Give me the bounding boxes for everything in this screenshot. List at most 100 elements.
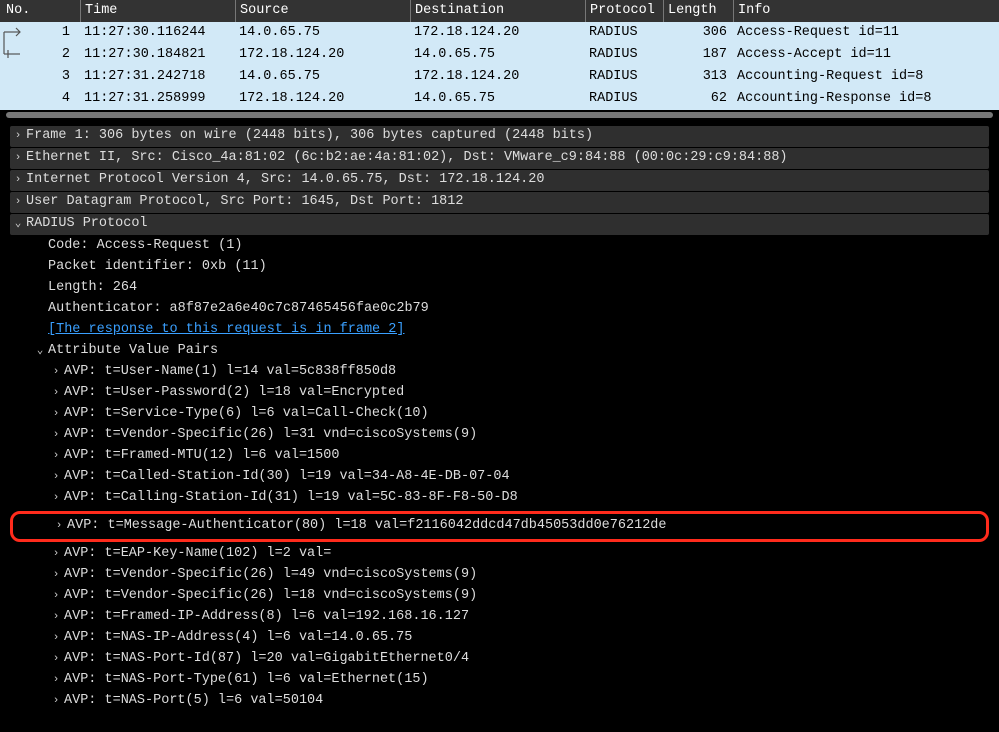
tree-radius[interactable]: ⌄ RADIUS Protocol: [10, 214, 989, 235]
cell-dst: 14.0.65.75: [410, 46, 585, 65]
chevron-right-icon[interactable]: ›: [48, 631, 64, 646]
response-frame-link[interactable]: [The response to this request is in fram…: [48, 321, 404, 340]
chevron-right-icon[interactable]: ›: [48, 652, 64, 667]
chevron-right-icon[interactable]: ›: [48, 428, 64, 443]
chevron-right-icon[interactable]: ›: [48, 449, 64, 464]
avp-row[interactable]: ›AVP: t=Framed-IP-Address(8) l=6 val=192…: [10, 607, 989, 628]
avp-label: AVP: t=EAP-Key-Name(102) l=2 val=: [64, 545, 331, 564]
cell-info: Access-Request id=11: [733, 24, 999, 43]
packet-row[interactable]: 211:27:30.184821172.18.124.2014.0.65.75R…: [0, 44, 999, 66]
tree-label: Packet identifier: 0xb (11): [48, 258, 267, 277]
tree-udp[interactable]: › User Datagram Protocol, Src Port: 1645…: [10, 192, 989, 213]
avp-row[interactable]: ›AVP: t=NAS-IP-Address(4) l=6 val=14.0.6…: [10, 628, 989, 649]
tree-label: Attribute Value Pairs: [48, 342, 218, 361]
chevron-right-icon[interactable]: ›: [48, 491, 64, 506]
cell-time: 11:27:31.242718: [80, 68, 235, 87]
avp-row[interactable]: ›AVP: t=Vendor-Specific(26) l=31 vnd=cis…: [10, 425, 989, 446]
avp-row[interactable]: ›AVP: t=Vendor-Specific(26) l=18 vnd=cis…: [10, 586, 989, 607]
chevron-right-icon[interactable]: ›: [48, 547, 64, 562]
cell-info: Accounting-Request id=8: [733, 68, 999, 87]
col-destination[interactable]: Destination: [410, 0, 585, 22]
chevron-right-icon[interactable]: ›: [10, 173, 26, 188]
cell-dst: 172.18.124.20: [410, 24, 585, 43]
col-info[interactable]: Info: [733, 0, 999, 22]
highlighted-avp: ›AVP: t=Message-Authenticator(80) l=18 v…: [10, 511, 989, 542]
avp-row[interactable]: ›AVP: t=User-Password(2) l=18 val=Encryp…: [10, 383, 989, 404]
chevron-right-icon[interactable]: ›: [48, 407, 64, 422]
tree-ethernet[interactable]: › Ethernet II, Src: Cisco_4a:81:02 (6c:b…: [10, 148, 989, 169]
avp-row[interactable]: ›AVP: t=User-Name(1) l=14 val=5c838ff850…: [10, 362, 989, 383]
cell-proto: RADIUS: [585, 90, 663, 109]
packet-list[interactable]: No. Time Source Destination Protocol Len…: [0, 0, 999, 110]
chevron-right-icon[interactable]: ›: [48, 365, 64, 380]
avp-row[interactable]: ›AVP: t=Message-Authenticator(80) l=18 v…: [13, 516, 986, 537]
tree-ip[interactable]: › Internet Protocol Version 4, Src: 14.0…: [10, 170, 989, 191]
tree-label: Ethernet II, Src: Cisco_4a:81:02 (6c:b2:…: [26, 149, 788, 168]
chevron-right-icon[interactable]: ›: [51, 519, 67, 534]
chevron-down-icon[interactable]: ⌄: [32, 344, 48, 359]
avp-row[interactable]: ›AVP: t=Calling-Station-Id(31) l=19 val=…: [10, 488, 989, 509]
col-source[interactable]: Source: [235, 0, 410, 22]
chevron-right-icon[interactable]: ›: [48, 568, 64, 583]
tree-label: Length: 264: [48, 279, 137, 298]
avp-label: AVP: t=User-Password(2) l=18 val=Encrypt…: [64, 384, 404, 403]
packet-row[interactable]: 411:27:31.258999172.18.124.2014.0.65.75R…: [0, 88, 999, 110]
radius-length[interactable]: Length: 264: [10, 278, 989, 299]
col-time[interactable]: Time: [80, 0, 235, 22]
tree-label: User Datagram Protocol, Src Port: 1645, …: [26, 193, 463, 212]
avp-row[interactable]: ›AVP: t=Framed-MTU(12) l=6 val=1500: [10, 446, 989, 467]
avp-row[interactable]: ›AVP: t=EAP-Key-Name(102) l=2 val=: [10, 544, 989, 565]
col-length[interactable]: Length: [663, 0, 733, 22]
tree-label: Authenticator: a8f87e2a6e40c7c87465456fa…: [48, 300, 429, 319]
avp-label: AVP: t=NAS-Port-Type(61) l=6 val=Etherne…: [64, 671, 429, 690]
cell-proto: RADIUS: [585, 68, 663, 87]
packet-list-header: No. Time Source Destination Protocol Len…: [0, 0, 999, 22]
cell-src: 172.18.124.20: [235, 90, 410, 109]
avp-row[interactable]: ›AVP: t=NAS-Port(5) l=6 val=50104: [10, 691, 989, 712]
chevron-right-icon[interactable]: ›: [48, 589, 64, 604]
col-no[interactable]: No.: [0, 0, 80, 22]
chevron-right-icon[interactable]: ›: [10, 195, 26, 210]
packet-details[interactable]: › Frame 1: 306 bytes on wire (2448 bits)…: [0, 120, 999, 722]
cell-src: 14.0.65.75: [235, 24, 410, 43]
cell-len: 187: [663, 46, 733, 65]
chevron-right-icon[interactable]: ›: [48, 470, 64, 485]
chevron-right-icon[interactable]: ›: [10, 151, 26, 166]
radius-response-link[interactable]: [The response to this request is in fram…: [10, 320, 989, 341]
avp-row[interactable]: ›AVP: t=Service-Type(6) l=6 val=Call-Che…: [10, 404, 989, 425]
avp-label: AVP: t=Called-Station-Id(30) l=19 val=34…: [64, 468, 510, 487]
avp-label: AVP: t=Framed-IP-Address(8) l=6 val=192.…: [64, 608, 469, 627]
chevron-right-icon[interactable]: ›: [48, 694, 64, 709]
avp-label: AVP: t=Vendor-Specific(26) l=18 vnd=cisc…: [64, 587, 477, 606]
scrollbar-handle[interactable]: [6, 112, 993, 118]
cell-info: Access-Accept id=11: [733, 46, 999, 65]
tree-frame[interactable]: › Frame 1: 306 bytes on wire (2448 bits)…: [10, 126, 989, 147]
cell-time: 11:27:30.116244: [80, 24, 235, 43]
radius-avp-header[interactable]: ⌄ Attribute Value Pairs: [10, 341, 989, 362]
avp-row[interactable]: ›AVP: t=Vendor-Specific(26) l=49 vnd=cis…: [10, 565, 989, 586]
chevron-right-icon[interactable]: ›: [48, 386, 64, 401]
cell-dst: 172.18.124.20: [410, 68, 585, 87]
cell-time: 11:27:30.184821: [80, 46, 235, 65]
chevron-down-icon[interactable]: ⌄: [10, 217, 26, 232]
cell-proto: RADIUS: [585, 46, 663, 65]
chevron-right-icon[interactable]: ›: [10, 129, 26, 144]
avp-label: AVP: t=NAS-Port-Id(87) l=20 val=GigabitE…: [64, 650, 469, 669]
packet-row[interactable]: 111:27:30.11624414.0.65.75172.18.124.20R…: [0, 22, 999, 44]
col-protocol[interactable]: Protocol: [585, 0, 663, 22]
avp-row[interactable]: ›AVP: t=NAS-Port-Type(61) l=6 val=Ethern…: [10, 670, 989, 691]
tree-label: Frame 1: 306 bytes on wire (2448 bits), …: [26, 127, 593, 146]
chevron-right-icon[interactable]: ›: [48, 610, 64, 625]
packet-row[interactable]: 311:27:31.24271814.0.65.75172.18.124.20R…: [0, 66, 999, 88]
avp-row[interactable]: ›AVP: t=NAS-Port-Id(87) l=20 val=Gigabit…: [10, 649, 989, 670]
cell-time: 11:27:31.258999: [80, 90, 235, 109]
radius-packet-id[interactable]: Packet identifier: 0xb (11): [10, 257, 989, 278]
chevron-right-icon[interactable]: ›: [48, 673, 64, 688]
avp-label: AVP: t=NAS-IP-Address(4) l=6 val=14.0.65…: [64, 629, 412, 648]
radius-code[interactable]: Code: Access-Request (1): [10, 236, 989, 257]
avp-row[interactable]: ›AVP: t=Called-Station-Id(30) l=19 val=3…: [10, 467, 989, 488]
pane-splitter[interactable]: [0, 110, 999, 120]
cell-no: 3: [0, 68, 80, 87]
radius-authenticator[interactable]: Authenticator: a8f87e2a6e40c7c87465456fa…: [10, 299, 989, 320]
tree-label: Internet Protocol Version 4, Src: 14.0.6…: [26, 171, 544, 190]
